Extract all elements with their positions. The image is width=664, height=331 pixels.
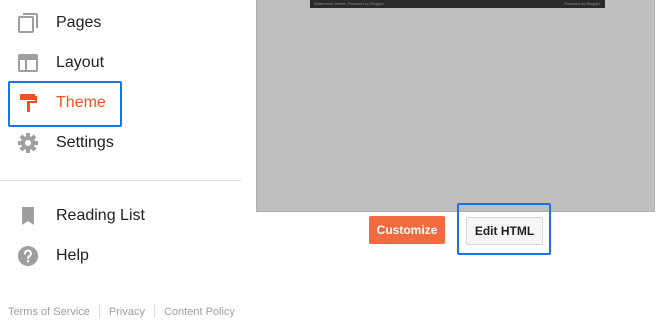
terms-of-service-link[interactable]: Terms of Service (8, 306, 90, 318)
layout-icon (16, 51, 40, 75)
content-policy-link[interactable]: Content Policy (164, 306, 235, 318)
sidebar-item-label: Reading List (56, 207, 145, 224)
gear-icon (16, 131, 40, 155)
pages-icon (16, 11, 40, 35)
sidebar-item-label: Help (56, 247, 89, 264)
privacy-link[interactable]: Privacy (109, 306, 145, 318)
sidebar: Pages Layout Theme Settings Reading List… (0, 0, 241, 331)
sidebar-item-label: Pages (56, 14, 102, 31)
sidebar-item-pages[interactable]: Pages (0, 3, 241, 43)
preview-footer-text: Watermark theme. Powered by Blogger. (314, 1, 385, 6)
edit-html-highlight-box (457, 203, 551, 255)
sidebar-item-layout[interactable]: Layout (0, 43, 241, 83)
sidebar-item-label: Settings (56, 134, 114, 151)
theme-preview[interactable]: Watermark theme. Powered by Blogger. Pow… (256, 0, 655, 212)
sidebar-item-reading-list[interactable]: Reading List (0, 196, 241, 236)
sidebar-item-settings[interactable]: Settings (0, 123, 241, 163)
sidebar-item-label: Layout (56, 54, 105, 71)
customize-button[interactable]: Customize (369, 216, 445, 244)
preview-footer-bar: Watermark theme. Powered by Blogger. Pow… (310, 0, 605, 8)
sidebar-divider (0, 180, 241, 181)
bookmark-icon (16, 204, 40, 228)
footer-separator (98, 305, 100, 318)
preview-footer-powered: Powered by Blogger. (564, 1, 601, 6)
theme-highlight-box (8, 81, 122, 127)
footer-separator (153, 305, 155, 318)
help-icon (16, 244, 40, 268)
sidebar-item-help[interactable]: Help (0, 236, 241, 276)
sidebar-footer: Terms of Service Privacy Content Policy (8, 305, 235, 318)
